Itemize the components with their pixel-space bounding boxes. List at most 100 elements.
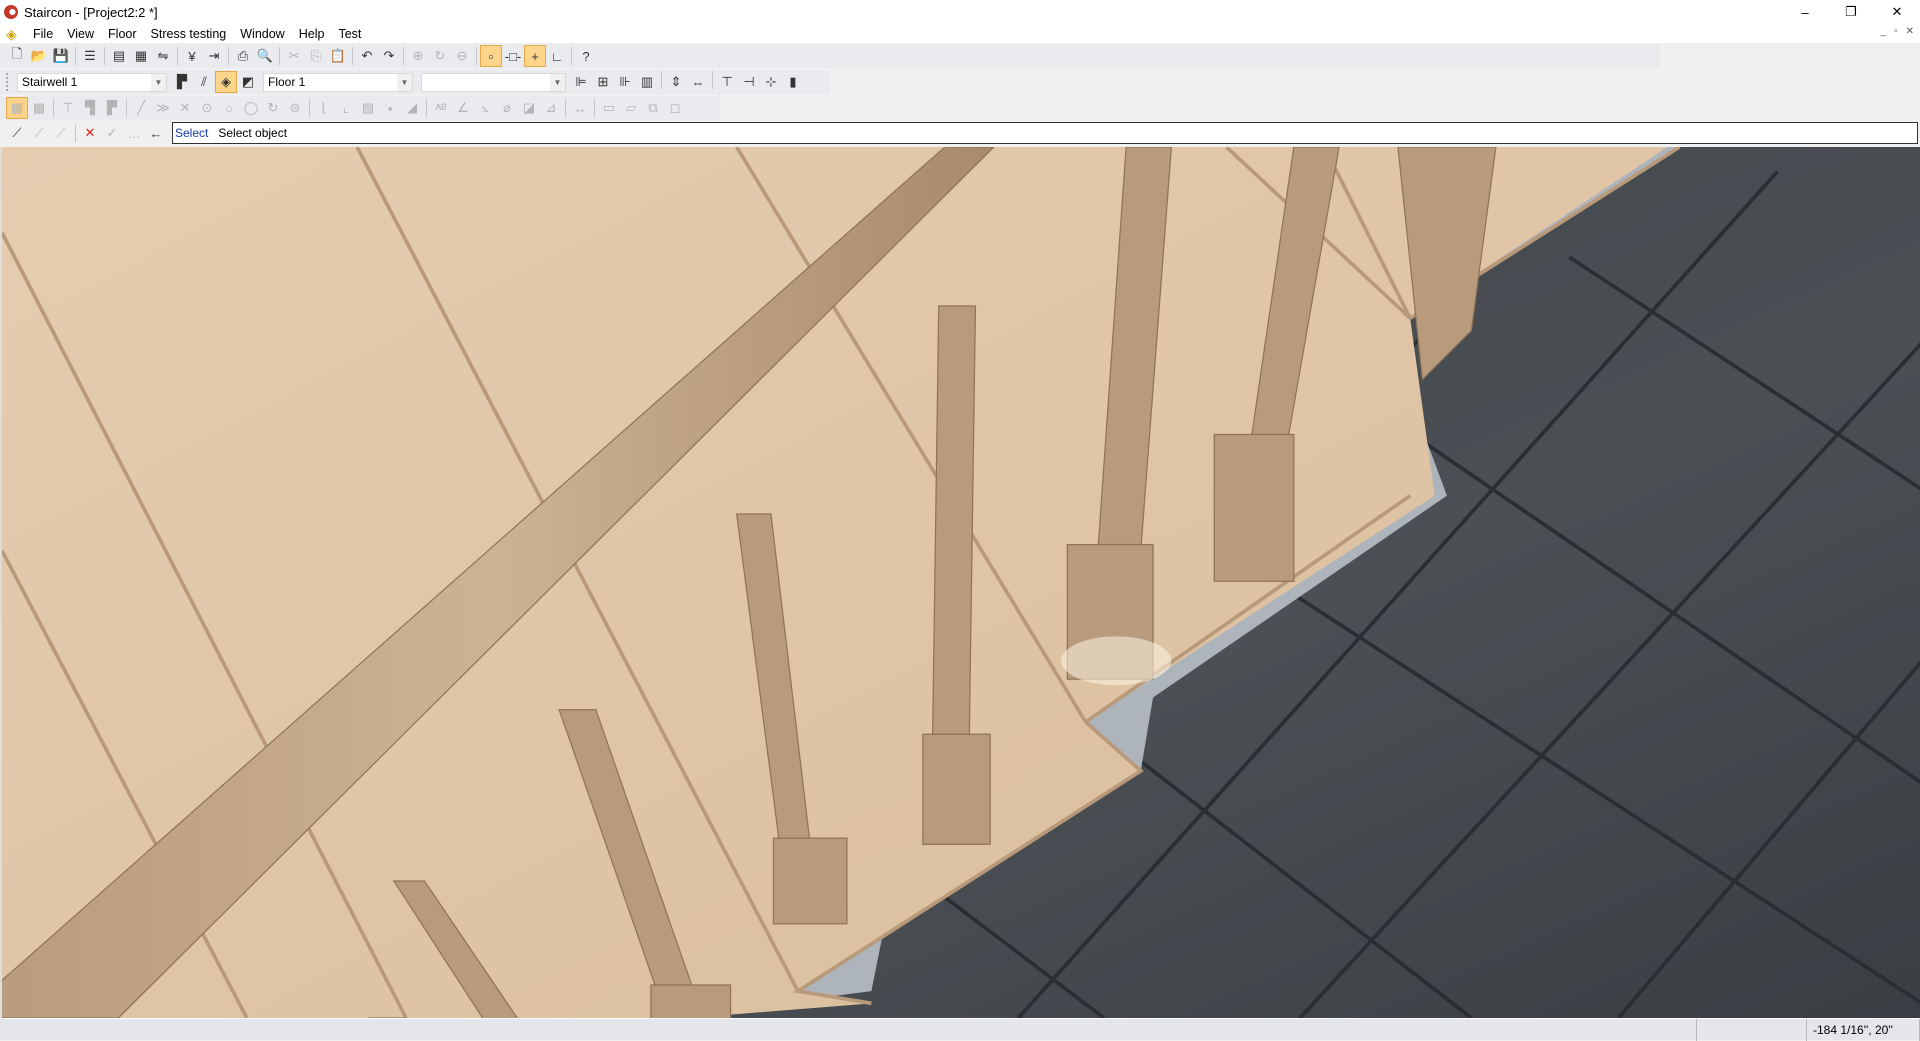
block-icon[interactable]: ▪ bbox=[379, 97, 401, 119]
line-tool-3-icon[interactable]: ⟋ bbox=[50, 122, 72, 144]
menu-file[interactable]: File bbox=[26, 27, 60, 41]
line-tool-2-icon[interactable]: ⟋ bbox=[28, 122, 50, 144]
print-icon[interactable]: ⎙ bbox=[232, 45, 254, 67]
stair-plan-icon[interactable]: ▛ bbox=[171, 71, 193, 93]
view-front-icon[interactable]: ▭ bbox=[598, 97, 620, 119]
zoom-in-icon[interactable]: ⊕ bbox=[407, 45, 429, 67]
circle-center-icon[interactable]: ⊙ bbox=[196, 97, 218, 119]
menu-window[interactable]: Window bbox=[233, 27, 291, 41]
align-top-icon[interactable]: ⊤ bbox=[716, 71, 738, 93]
settings-sliders-icon[interactable]: ⇋ bbox=[152, 45, 174, 67]
circle-2-icon[interactable]: ◯ bbox=[240, 97, 262, 119]
diameter-icon[interactable]: ⌀ bbox=[496, 97, 518, 119]
slope-icon[interactable]: ◢ bbox=[401, 97, 423, 119]
mdi-restore-button[interactable]: ▫ bbox=[1894, 26, 1898, 37]
command-line[interactable]: Select Select object bbox=[172, 122, 1918, 144]
chevron-down-icon[interactable]: ▼ bbox=[151, 74, 166, 91]
drawing-toolbar: ▦▩ ⊤▜▛ ╱≫✕⊙○◯↻⊜ ⌊⌞▨▪◢ ᴬᴮ∠⦣⌀◪⊿ ↔ ▭▱⧉◻ bbox=[0, 96, 720, 120]
list-icon[interactable]: ☰ bbox=[79, 45, 101, 67]
stairwell-select[interactable]: Stairwell 1▼ bbox=[17, 73, 167, 92]
cancel-x-icon[interactable]: ✕ bbox=[79, 122, 101, 144]
document-stair-icon[interactable]: ◈ bbox=[6, 26, 24, 42]
floor-value: Floor 1 bbox=[268, 75, 305, 89]
snap-cross-icon[interactable]: + bbox=[524, 45, 546, 67]
ellipsis-icon[interactable]: … bbox=[123, 122, 145, 144]
newel-icon[interactable]: ⊜ bbox=[284, 97, 306, 119]
help-icon[interactable]: ? bbox=[575, 45, 597, 67]
undo-icon[interactable]: ↶ bbox=[356, 45, 378, 67]
open-folder-icon[interactable]: 📂 bbox=[28, 45, 50, 67]
menu-view[interactable]: View bbox=[60, 27, 101, 41]
grid-view-icon[interactable]: ▦ bbox=[6, 97, 28, 119]
circle-rot-icon[interactable]: ↻ bbox=[262, 97, 284, 119]
report-icon[interactable]: ▤ bbox=[108, 45, 130, 67]
cut-icon[interactable]: ✂ bbox=[283, 45, 305, 67]
report-detail-icon[interactable]: ▦ bbox=[130, 45, 152, 67]
export-icon[interactable]: ⇥ bbox=[203, 45, 225, 67]
snap-end-icon[interactable]: ▫ bbox=[480, 45, 502, 67]
wall-l-icon[interactable]: ⌊ bbox=[313, 97, 335, 119]
command-keyword[interactable]: Select bbox=[175, 126, 208, 140]
align-left-icon[interactable]: ⊫ bbox=[570, 71, 592, 93]
paste-icon[interactable]: 📋 bbox=[327, 45, 349, 67]
back-arrow-icon[interactable]: ← bbox=[145, 122, 167, 144]
layer-select[interactable]: ▼ bbox=[421, 73, 566, 92]
stair-area-icon[interactable]: ◩ bbox=[237, 71, 259, 93]
mdi-close-button[interactable]: ✕ bbox=[1906, 26, 1914, 37]
toolbar-grip[interactable] bbox=[6, 73, 9, 91]
chevron-down-icon[interactable]: ▼ bbox=[397, 74, 412, 91]
menu-test[interactable]: Test bbox=[331, 27, 368, 41]
align-bar-icon[interactable]: ▮ bbox=[782, 71, 804, 93]
menu-stress-testing[interactable]: Stress testing bbox=[144, 27, 234, 41]
price-icon[interactable]: ¥ bbox=[181, 45, 203, 67]
view-side-icon[interactable]: ▱ bbox=[620, 97, 642, 119]
close-button[interactable]: ✕ bbox=[1874, 0, 1920, 24]
wall-hatch-icon[interactable]: ▨ bbox=[357, 97, 379, 119]
cross-line-icon[interactable]: ✕ bbox=[174, 97, 196, 119]
grid-alt-icon[interactable]: ▩ bbox=[28, 97, 50, 119]
mdi-minimize-button[interactable]: _ bbox=[1881, 26, 1887, 37]
new-file-icon[interactable]: 🗋 bbox=[6, 45, 28, 67]
angle-icon[interactable]: ∠ bbox=[452, 97, 474, 119]
save-icon[interactable]: 💾 bbox=[50, 45, 72, 67]
print-preview-icon[interactable]: 🔍 bbox=[254, 45, 276, 67]
menu-floor[interactable]: Floor bbox=[101, 27, 143, 41]
menu-help[interactable]: Help bbox=[292, 27, 332, 41]
minimize-button[interactable]: – bbox=[1782, 0, 1828, 24]
wall-step-icon[interactable]: ⌞ bbox=[335, 97, 357, 119]
align-center-icon[interactable]: ⊞ bbox=[592, 71, 614, 93]
align-middle-icon[interactable]: ⊣ bbox=[738, 71, 760, 93]
zoom-extents-icon[interactable]: ⊖ bbox=[451, 45, 473, 67]
floor-select[interactable]: Floor 1 ▼ bbox=[263, 73, 413, 92]
restore-button[interactable]: ❐ bbox=[1828, 0, 1874, 24]
post-fill2-icon[interactable]: ▛ bbox=[101, 97, 123, 119]
dimension-icon[interactable]: ⊿ bbox=[540, 97, 562, 119]
redo-icon[interactable]: ↷ bbox=[378, 45, 400, 67]
text-ab-icon[interactable]: ᴬᴮ bbox=[430, 97, 452, 119]
chevron-down-icon[interactable]: ▼ bbox=[550, 74, 565, 91]
line-icon[interactable]: ╱ bbox=[130, 97, 152, 119]
distribute-icon[interactable]: ▥ bbox=[636, 71, 658, 93]
post-fill-icon[interactable]: ▜ bbox=[79, 97, 101, 119]
circle-icon[interactable]: ○ bbox=[218, 97, 240, 119]
rect-diag-icon[interactable]: ◪ bbox=[518, 97, 540, 119]
stair-flight-icon[interactable]: ⫽ bbox=[193, 71, 215, 93]
space-horiz-icon[interactable]: ⇔ bbox=[687, 71, 709, 93]
angle2-icon[interactable]: ⦣ bbox=[474, 97, 496, 119]
view-multi-icon[interactable]: ⧉ bbox=[642, 97, 664, 119]
snap-mid-icon[interactable]: -□- bbox=[502, 45, 524, 67]
post-icon[interactable]: ⊤ bbox=[57, 97, 79, 119]
line-tool-icon[interactable]: ⟋ bbox=[6, 122, 28, 144]
confirm-check-icon[interactable]: ✓ bbox=[101, 122, 123, 144]
snap-perp-icon[interactable]: ∟ bbox=[546, 45, 568, 67]
copy-icon[interactable]: ⎘ bbox=[305, 45, 327, 67]
view-back-icon[interactable]: ◻ bbox=[664, 97, 686, 119]
double-line-icon[interactable]: ≫ bbox=[152, 97, 174, 119]
3d-viewport[interactable] bbox=[0, 147, 1920, 1018]
zoom-rotate-icon[interactable]: ↻ bbox=[429, 45, 451, 67]
align-add-icon[interactable]: ⊹ bbox=[760, 71, 782, 93]
measure-icon[interactable]: ↔ bbox=[569, 97, 591, 119]
stair-3d-icon[interactable]: ◈ bbox=[215, 71, 237, 93]
space-vert-icon[interactable]: ⇕ bbox=[665, 71, 687, 93]
align-right-icon[interactable]: ⊪ bbox=[614, 71, 636, 93]
